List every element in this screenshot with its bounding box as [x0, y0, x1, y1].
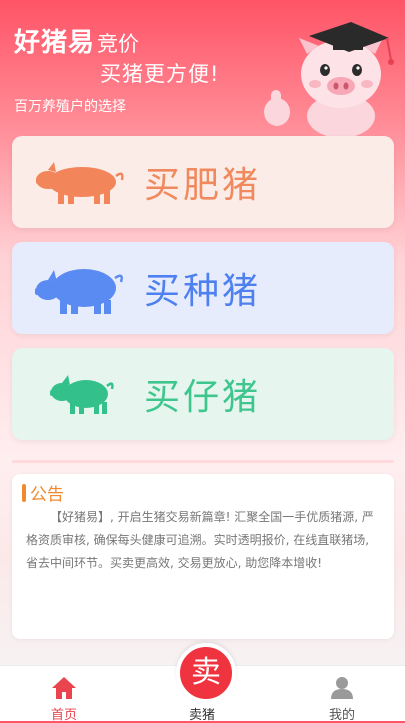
fat-pig-icon [36, 162, 124, 204]
slogan: 买猪更方便! [100, 62, 220, 86]
sell-center-button[interactable]: 卖 [176, 643, 236, 703]
buy-breeding-pig-label: 买种猪 [144, 271, 262, 312]
tab-mine[interactable]: 我的 [302, 666, 382, 723]
tab-home-label: 首页 [50, 708, 77, 723]
header-banner: 好猪易竞价 买猪更方便! 百万养殖户的选择 [0, 0, 405, 137]
buy-fat-pig-label: 买肥猪 [144, 165, 262, 206]
user-icon [331, 677, 353, 699]
buy-fat-pig-card[interactable]: 买肥猪 [12, 136, 394, 228]
pig-mascot-icon [264, 22, 394, 137]
buy-piglet-card[interactable]: 买仔猪 [12, 348, 394, 440]
notice-body: 【好猪易】, 开启生猪交易新篇章! 汇聚全国一手优质猪源, 严格资质审核, 确保… [26, 510, 374, 570]
tab-sell-label: 卖猪 [188, 708, 215, 723]
buy-piglet-label: 买仔猪 [144, 377, 262, 418]
home-icon [52, 677, 76, 699]
notice-panel: 公告 【好猪易】, 开启生猪交易新篇章! 汇聚全国一手优质猪源, 严格资质审核,… [12, 474, 394, 639]
notice-title: 公告 [30, 485, 64, 505]
notice-accent-bar [22, 484, 26, 502]
subtitle: 百万养殖户的选择 [14, 99, 126, 115]
brand-suffix: 竞价 [97, 32, 140, 56]
tab-home[interactable]: 首页 [24, 666, 104, 723]
piglet-icon [50, 375, 114, 414]
breeding-pig-icon [35, 269, 123, 314]
brand-name: 好猪易 [14, 28, 96, 58]
section-divider [12, 460, 394, 463]
buy-breeding-pig-card[interactable]: 买种猪 [12, 242, 394, 334]
tab-mine-label: 我的 [328, 708, 355, 723]
brand: 好猪易竞价 [14, 22, 139, 59]
